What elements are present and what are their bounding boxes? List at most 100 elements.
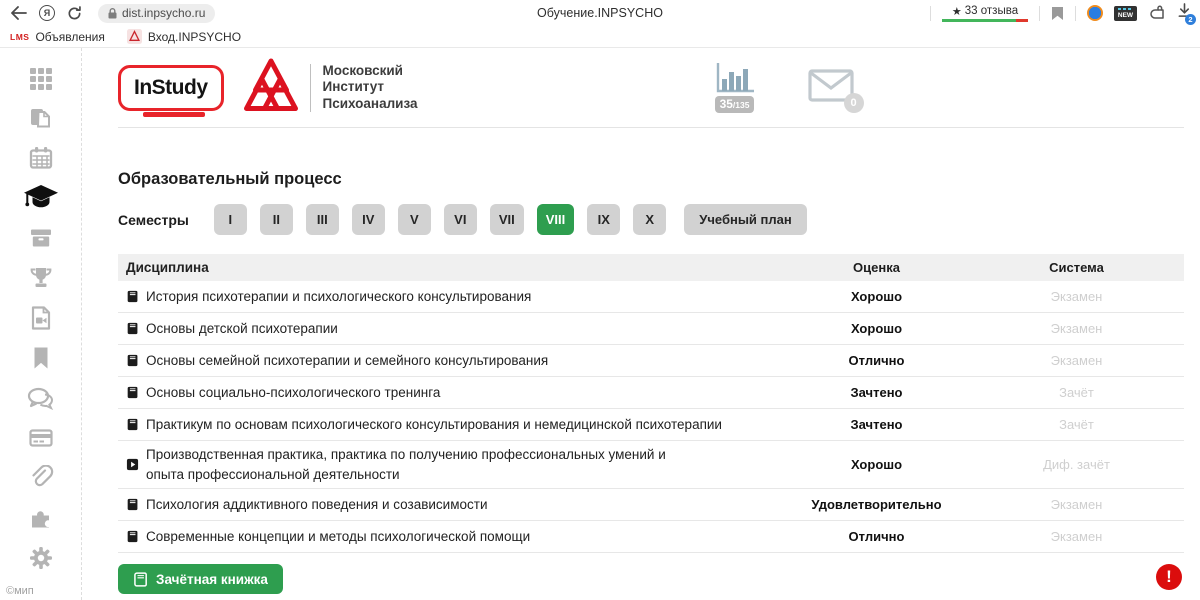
downloads-badge: 2 (1185, 14, 1196, 25)
attachments-icon[interactable] (28, 464, 54, 491)
table-row[interactable]: Психология аддиктивного поведения и соза… (118, 489, 1184, 521)
book-icon (133, 572, 148, 587)
discipline-name: Психология аддиктивного поведения и соза… (146, 495, 487, 515)
table-row[interactable]: Современные концепции и методы психологи… (118, 521, 1184, 553)
profile-icon[interactable]: Я (39, 5, 55, 21)
column-system: Система (969, 260, 1184, 275)
grade-value: Хорошо (784, 289, 969, 304)
bookmark-label: Вход.INPSYCHO (148, 30, 241, 44)
book-icon (126, 386, 139, 399)
extension-circle-icon[interactable] (1087, 5, 1103, 21)
discipline-name: Производственная практика, практика по п… (146, 445, 694, 484)
archive-box-icon[interactable] (28, 224, 54, 251)
table-row[interactable]: Основы социально-психологического тренин… (118, 377, 1184, 409)
table-header: Дисциплина Оценка Система (118, 254, 1184, 281)
sidebar: ©мип (0, 48, 82, 600)
gradebook-button[interactable]: Зачётная книжка (118, 564, 283, 594)
bookmarks-bar: LMS Объявления Вход.INPSYCHO (0, 26, 1200, 48)
semester-button-5[interactable]: V (398, 204, 431, 235)
discipline-name: Практикум по основам психологического ко… (146, 415, 722, 435)
new-extension-icon[interactable]: NEW (1114, 6, 1137, 21)
bookmark-item-announcements[interactable]: LMS Объявления (10, 30, 105, 44)
apps-grid-icon[interactable] (28, 64, 54, 91)
book-icon (126, 354, 139, 367)
table-row[interactable]: Практикум по основам психологического ко… (118, 409, 1184, 441)
video-materials-icon[interactable] (28, 304, 54, 331)
back-icon[interactable] (10, 6, 27, 20)
documents-icon[interactable] (28, 104, 54, 131)
semester-button-2[interactable]: II (260, 204, 293, 235)
system-value: Зачёт (969, 385, 1184, 400)
rating-bar (942, 19, 1028, 22)
mip-triangles-logo[interactable] (242, 56, 300, 119)
mail-widget[interactable]: 0 (808, 69, 854, 107)
divider (1039, 6, 1040, 21)
semester-button-7[interactable]: VII (490, 204, 524, 235)
settings-icon[interactable] (28, 544, 54, 571)
main-content: InStudy Московский Институт Психоанализа… (82, 48, 1200, 600)
divider (310, 64, 311, 112)
book-icon (126, 498, 139, 511)
site-header: InStudy Московский Институт Психоанализа… (118, 48, 1184, 128)
column-grade: Оценка (784, 260, 969, 275)
table-row[interactable]: Основы детской психотерапии Хорошо Экзам… (118, 313, 1184, 345)
grade-value: Отлично (784, 353, 969, 368)
messages-icon[interactable] (27, 384, 55, 411)
disciplines-table: Дисциплина Оценка Система История психот… (118, 254, 1184, 553)
bookmark-item-login[interactable]: Вход.INPSYCHO (127, 29, 241, 44)
bookmark-flag-icon[interactable] (1051, 6, 1064, 21)
downloads-icon[interactable]: 2 (1177, 3, 1192, 23)
instudy-logo[interactable]: InStudy (118, 65, 224, 111)
payments-icon[interactable] (28, 424, 54, 451)
institute-name: Московский Институт Психоанализа (323, 63, 418, 112)
discipline-name: История психотерапии и психологического … (146, 287, 531, 307)
system-value: Экзамен (969, 529, 1184, 544)
copyright-label: ©мип (6, 585, 34, 597)
table-row[interactable]: История психотерапии и психологического … (118, 281, 1184, 313)
bar-chart-icon (714, 62, 756, 94)
lock-icon (108, 8, 117, 19)
calendar-icon[interactable] (28, 144, 54, 171)
table-row[interactable]: Производственная практика, практика по п… (118, 441, 1184, 489)
system-value: Экзамен (969, 497, 1184, 512)
semester-button-6[interactable]: VI (444, 204, 477, 235)
semester-button-4[interactable]: IV (352, 204, 385, 235)
star-icon (952, 5, 962, 18)
semester-button-3[interactable]: III (306, 204, 339, 235)
grade-value: Отлично (784, 529, 969, 544)
semester-switcher: Семестры I II III IV V VI VII VIII IX X … (118, 204, 1184, 235)
system-value: Экзамен (969, 289, 1184, 304)
book-icon (126, 530, 139, 543)
system-value: Экзамен (969, 353, 1184, 368)
discipline-name: Современные концепции и методы психологи… (146, 527, 530, 547)
url-text: dist.inpsycho.ru (122, 6, 205, 20)
semester-button-10[interactable]: X (633, 204, 666, 235)
collections-icon[interactable] (1148, 5, 1166, 21)
bookmark-label: Объявления (35, 30, 104, 44)
lms-favicon: LMS (10, 32, 29, 42)
system-value: Диф. зачёт (969, 457, 1184, 472)
semester-button-9[interactable]: IX (587, 204, 620, 235)
address-bar[interactable]: dist.inpsycho.ru (98, 4, 215, 23)
bookmarks-icon[interactable] (28, 344, 54, 371)
alert-exclamation-icon[interactable]: ! (1156, 564, 1182, 590)
semester-button-1[interactable]: I (214, 204, 247, 235)
book-icon (126, 290, 139, 303)
grade-value: Хорошо (784, 457, 969, 472)
discipline-name: Основы детской психотерапии (146, 319, 338, 339)
discipline-name: Основы социально-психологического тренин… (146, 383, 440, 403)
divider (930, 6, 931, 21)
education-icon[interactable] (23, 184, 59, 211)
semesters-label: Семестры (118, 212, 189, 228)
book-icon (126, 322, 139, 335)
integrations-icon[interactable] (28, 504, 54, 531)
progress-stats-widget[interactable]: 35/135 (714, 62, 756, 113)
reviews-widget[interactable]: 33 отзыва (942, 5, 1028, 22)
divider (1075, 6, 1076, 21)
semester-button-8-active[interactable]: VIII (537, 204, 575, 235)
achievements-icon[interactable] (28, 264, 54, 291)
reload-icon[interactable] (67, 6, 82, 21)
system-value: Зачёт (969, 417, 1184, 432)
curriculum-button[interactable]: Учебный план (684, 204, 806, 235)
table-row[interactable]: Основы семейной психотерапии и семейного… (118, 345, 1184, 377)
